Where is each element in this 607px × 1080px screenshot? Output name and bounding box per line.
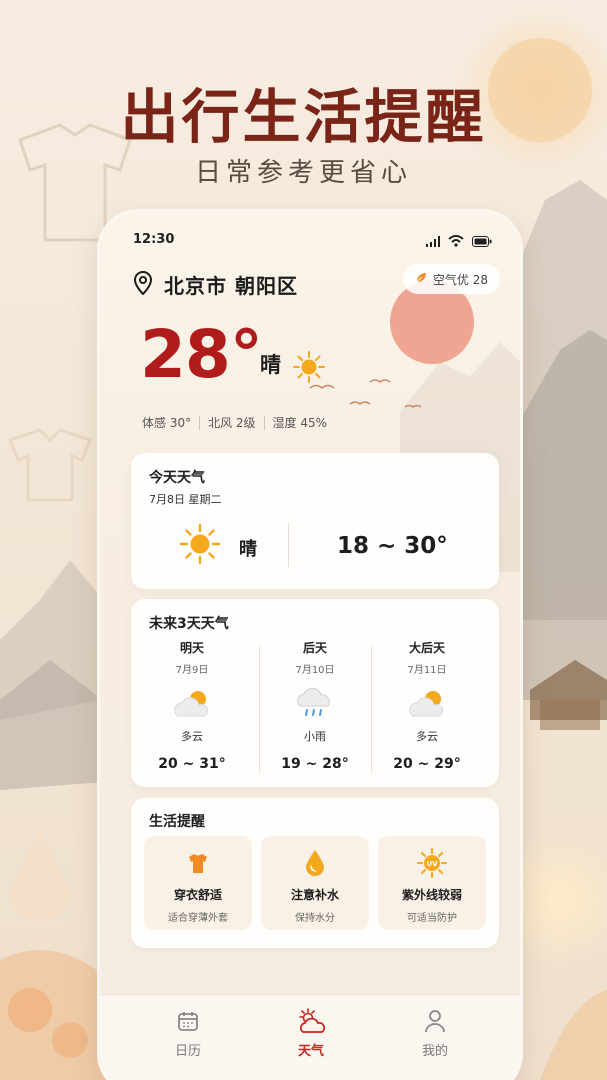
life-item-sub: 适合穿薄外套 (168, 913, 228, 924)
tab-calendar[interactable]: 日历 (148, 1007, 228, 1059)
leaf-icon (415, 272, 427, 287)
battery-icon (472, 232, 492, 251)
status-icons (426, 232, 492, 251)
sunny-icon (179, 523, 221, 569)
weather-icon (271, 1007, 351, 1035)
sunny-icon (292, 350, 326, 388)
air-quality-label: 空气优 28 (432, 272, 488, 287)
promo-subline: 日常参考更省心 (194, 158, 412, 188)
tshirt-icon (144, 848, 252, 878)
calendar-icon (148, 1007, 228, 1035)
forecast-range: 19 ~ 28° (281, 756, 349, 772)
location-name: 北京市 朝阳区 (164, 274, 298, 298)
forecast-date: 7月10日 (295, 665, 335, 676)
life-item-title: 穿衣舒适 (173, 888, 222, 902)
bottom-tab-bar: 日历 天气 我的 (100, 994, 520, 1080)
divider (288, 523, 289, 567)
uv-badge: UV (426, 860, 438, 868)
current-temperature: 28° (140, 316, 263, 393)
life-title: 生活提醒 (149, 814, 205, 830)
today-condition: 晴 (239, 539, 257, 560)
today-date: 7月8日 星期二 (149, 493, 222, 506)
today-weather-card[interactable]: 今天天气 7月8日 星期二 晴 18 ~ 30° (131, 453, 499, 589)
life-item-uv[interactable]: UV 紫外线较弱 可适当防护 (378, 836, 486, 930)
current-condition: 晴 (260, 353, 281, 377)
divider (263, 415, 265, 430)
forecast-day[interactable]: 大后天 7月11日 多云 20 ~ 29° (372, 639, 482, 772)
forecast-range: 20 ~ 29° (393, 756, 461, 772)
location-selector[interactable]: 北京市 朝阳区 (133, 270, 298, 299)
forecast-range: 20 ~ 31° (158, 756, 226, 772)
forecast-condition: 多云 (416, 730, 438, 743)
forecast-date: 7月9日 (175, 665, 209, 676)
partly-cloudy-icon (372, 686, 482, 722)
uv-sun-icon: UV (378, 848, 486, 878)
life-item-title: 注意补水 (290, 888, 339, 902)
life-item-sub: 可适当防护 (407, 913, 457, 924)
forecast-condition: 多云 (181, 730, 203, 743)
promo-headline: 出行生活提醒 (120, 83, 487, 151)
forecast-day[interactable]: 后天 7月10日 小雨 19 ~ 28° (260, 639, 370, 772)
partly-cloudy-icon (137, 686, 247, 722)
signal-icon (426, 232, 440, 251)
life-item-title: 紫外线较弱 (401, 888, 462, 902)
profile-icon (395, 1007, 475, 1035)
feels-like: 体感 30° (142, 416, 192, 430)
life-item-clothing[interactable]: 穿衣舒适 适合穿薄外套 (144, 836, 252, 930)
forecast-condition: 小雨 (304, 730, 326, 743)
water-drop-icon (261, 848, 369, 878)
phone-frame: 12:30 北京市 朝阳区 空气优 28 28° 晴 体感 30° 北风 2级 … (100, 212, 520, 1080)
today-title: 今天天气 (149, 470, 205, 486)
life-item-hydration[interactable]: 注意补水 保持水分 (261, 836, 369, 930)
today-range: 18 ~ 30° (337, 533, 448, 559)
forecast-title: 未来3天天气 (149, 616, 229, 632)
tab-label: 日历 (174, 1044, 201, 1059)
forecast-day-name: 后天 (302, 641, 327, 655)
forecast-day-name: 明天 (179, 641, 204, 655)
location-pin-icon (133, 270, 153, 299)
tab-label: 天气 (297, 1044, 324, 1059)
weather-details: 体感 30° 北风 2级 湿度 45% (142, 414, 327, 431)
tab-label: 我的 (421, 1044, 448, 1059)
wifi-icon (448, 232, 464, 251)
air-quality-badge[interactable]: 空气优 28 (402, 264, 500, 294)
life-reminder-card: 生活提醒 穿衣舒适 适合穿薄外套 注意补水 保持水分 UV 紫外线较弱 可适当防… (131, 798, 499, 948)
life-item-sub: 保持水分 (295, 913, 335, 924)
light-rain-icon (260, 686, 370, 722)
tab-weather[interactable]: 天气 (271, 1007, 351, 1059)
forecast-day[interactable]: 明天 7月9日 多云 20 ~ 31° (137, 639, 247, 772)
wind: 北风 2级 (208, 416, 256, 430)
forecast-day-name: 大后天 (408, 641, 445, 655)
forecast-date: 7月11日 (407, 665, 447, 676)
tab-profile[interactable]: 我的 (395, 1007, 475, 1059)
divider (199, 415, 201, 430)
forecast-card[interactable]: 未来3天天气 明天 7月9日 多云 20 ~ 31° 后天 7月10日 小雨 1… (131, 599, 499, 787)
status-time: 12:30 (133, 232, 175, 247)
humidity: 湿度 45% (272, 416, 328, 430)
